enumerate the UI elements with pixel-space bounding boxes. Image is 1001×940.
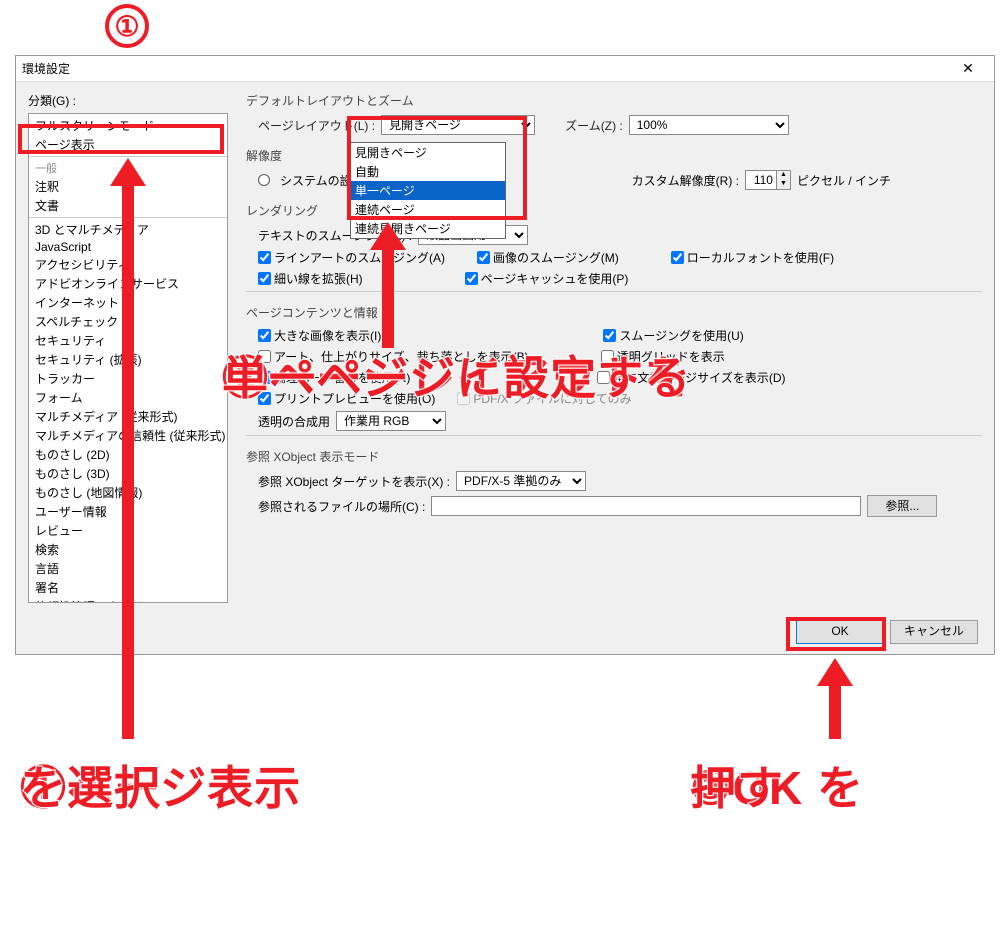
annotation-box-dropdown bbox=[347, 116, 527, 220]
browse-button[interactable]: 参照... bbox=[867, 495, 937, 517]
resolution-input[interactable] bbox=[746, 171, 776, 189]
blend-label: 透明の合成用 bbox=[258, 413, 330, 430]
dialog-title: 環境設定 bbox=[22, 60, 948, 77]
cb-pagecache[interactable]: ページキャッシュを使用(P) bbox=[465, 270, 629, 287]
spinner-up-icon[interactable]: ▲ bbox=[776, 171, 790, 180]
cb-largeimg[interactable]: 大きな画像を表示(I) bbox=[258, 327, 381, 344]
annotation-text-3-line2: 押す bbox=[690, 762, 784, 814]
annotation-arrow-1-head bbox=[110, 158, 146, 186]
category-label: 分類(G) : bbox=[28, 92, 228, 109]
cb-localfont[interactable]: ローカルフォントを使用(F) bbox=[671, 249, 834, 266]
cb-pagecache-label: ページキャッシュを使用(P) bbox=[481, 270, 629, 287]
annotation-arrow-2-head bbox=[370, 222, 406, 250]
annotation-arrow-3-stem bbox=[829, 684, 841, 739]
annotation-text-2-line2: 単一ページに設定する bbox=[222, 352, 691, 404]
close-button[interactable]: ✕ bbox=[948, 57, 988, 81]
xobject-file-label: 参照されるファイルの場所(C) : bbox=[258, 498, 425, 515]
zoom-label: ズーム(Z) : bbox=[565, 117, 623, 134]
category-divider bbox=[29, 156, 227, 157]
cb-uselayout[interactable]: スムージングを使用(U) bbox=[603, 327, 743, 344]
annotation-text-1-line2: を選択 bbox=[20, 762, 161, 814]
cb-largeimg-label: 大きな画像を表示(I) bbox=[274, 327, 381, 344]
titlebar: 環境設定 ✕ bbox=[16, 56, 994, 82]
xobject-target-combo[interactable]: PDF/X-5 準拠のみ bbox=[456, 471, 586, 491]
cb-thinline-label: 細い線を拡張(H) bbox=[274, 270, 363, 287]
resolution-spinner[interactable]: ▲▼ bbox=[745, 170, 791, 190]
xobject-file-field[interactable] bbox=[431, 496, 861, 516]
cancel-button[interactable]: キャンセル bbox=[890, 620, 978, 644]
annotation-box-ok bbox=[786, 617, 886, 651]
radio-system[interactable] bbox=[258, 174, 270, 186]
cb-image[interactable]: 画像のスムージング(M) bbox=[477, 249, 619, 266]
spinner-down-icon[interactable]: ▼ bbox=[776, 180, 790, 189]
group-layout-title: デフォルトレイアウトとズーム bbox=[246, 92, 982, 109]
cb-image-label: 画像のスムージング(M) bbox=[493, 249, 619, 266]
annotation-arrow-2-stem bbox=[382, 248, 394, 348]
cb-localfont-label: ローカルフォントを使用(F) bbox=[687, 249, 834, 266]
group-pagecontent-title: ページコンテンツと情報 bbox=[246, 304, 982, 321]
resolution-unit: ピクセル / インチ bbox=[797, 172, 891, 189]
annotation-arrow-1-stem bbox=[122, 184, 134, 739]
group-xobject-title: 参照 XObject 表示モード bbox=[246, 448, 982, 465]
cb-lineart-label: ラインアートのスムージング(A) bbox=[274, 249, 445, 266]
annotation-circle-1: ① bbox=[105, 4, 149, 48]
annotation-arrow-3-head bbox=[817, 658, 853, 686]
radio-custom-label: カスタム解像度(R) : bbox=[632, 172, 739, 189]
cb-lineart[interactable]: ラインアートのスムージング(A) bbox=[258, 249, 445, 266]
zoom-combo[interactable]: 100% bbox=[629, 115, 789, 135]
blend-combo[interactable]: 作業用 RGB bbox=[336, 411, 446, 431]
annotation-box-category bbox=[18, 124, 224, 154]
annotation-circle-1-text: ① bbox=[114, 10, 139, 43]
xobject-target-label: 参照 XObject ターゲットを表示(X) : bbox=[258, 473, 450, 490]
cb-thinline[interactable]: 細い線を拡張(H) bbox=[258, 270, 363, 287]
cb-uselayout-label: スムージングを使用(U) bbox=[619, 327, 743, 344]
